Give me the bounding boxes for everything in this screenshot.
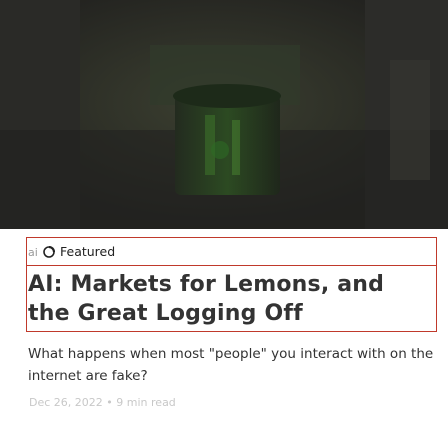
hero-image-art (0, 0, 448, 229)
post-title-link[interactable]: AI: Markets for Lemons, and the Great Lo… (28, 270, 428, 328)
featured-image[interactable] (0, 0, 448, 229)
featured-label: Featured (60, 244, 116, 259)
tag-prefix: ai (28, 246, 38, 259)
post-excerpt: What happens when most "people" you inte… (28, 346, 434, 384)
read-time: 9 min read (116, 396, 176, 409)
post-date: Dec 26, 2022 (29, 396, 103, 409)
star-icon (43, 245, 55, 258)
post-meta: Dec 26, 2022 • 9 min read (29, 396, 176, 409)
featured-tag[interactable]: Featured (43, 244, 115, 259)
meta-separator: • (106, 396, 113, 409)
